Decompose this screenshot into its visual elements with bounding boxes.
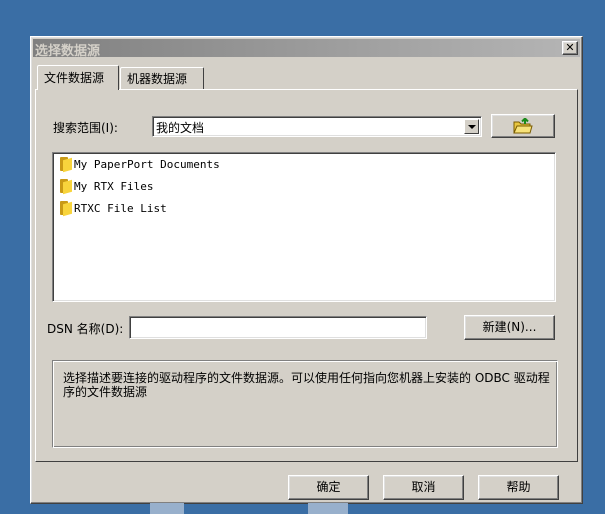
folder-icon <box>59 179 72 195</box>
select-data-source-dialog: 选择数据源 ✕ 文件数据源 机器数据源 搜索范围(I): 我的文档 My Pap… <box>30 36 583 504</box>
cancel-button-label: 取消 <box>411 480 436 494</box>
list-item[interactable]: RTXC File List <box>59 201 167 219</box>
help-button-label: 帮助 <box>506 480 531 494</box>
cancel-button[interactable]: 取消 <box>383 475 464 500</box>
lookin-label: 搜索范围(I): <box>53 121 118 135</box>
file-dsn-panel: 搜索范围(I): 我的文档 My PaperPort Documents My … <box>35 89 578 462</box>
ok-button-label: 确定 <box>316 480 341 494</box>
file-list[interactable]: My PaperPort Documents My RTX Files RTXC… <box>52 152 556 302</box>
file-name: My PaperPort Documents <box>74 158 220 171</box>
folder-icon <box>59 157 72 173</box>
file-name: My RTX Files <box>74 180 154 193</box>
tab-machine-dsn-label: 机器数据源 <box>127 72 188 86</box>
dsn-name-label: DSN 名称(D): <box>47 322 124 336</box>
tab-file-dsn[interactable]: 文件数据源 <box>37 65 119 90</box>
tab-file-dsn-label: 文件数据源 <box>44 71 105 85</box>
dsn-name-field[interactable] <box>129 316 427 339</box>
new-dsn-button[interactable]: 新建(N)... <box>464 315 555 340</box>
description-box: 选择描述要连接的驱动程序的文件数据源。可以使用任何指向您机器上安装的 ODBC … <box>52 360 558 448</box>
close-icon: ✕ <box>565 41 575 54</box>
lookin-combobox[interactable]: 我的文档 <box>152 116 482 137</box>
tab-machine-dsn[interactable]: 机器数据源 <box>120 67 204 89</box>
close-button[interactable]: ✕ <box>562 41 578 55</box>
desktop-background-fragment <box>150 503 184 514</box>
desktop-background-fragment <box>308 503 348 514</box>
dialog-title: 选择数据源 <box>35 44 101 59</box>
new-dsn-button-label: 新建(N)... <box>482 320 537 334</box>
up-one-level-button[interactable] <box>491 114 555 138</box>
up-folder-icon <box>513 118 533 134</box>
title-bar[interactable]: 选择数据源 ✕ <box>33 39 580 59</box>
description-text: 选择描述要连接的驱动程序的文件数据源。可以使用任何指向您机器上安装的 ODBC … <box>63 371 550 399</box>
folder-icon <box>59 201 72 217</box>
ok-button[interactable]: 确定 <box>288 475 369 500</box>
list-item[interactable]: My PaperPort Documents <box>59 157 220 175</box>
file-name: RTXC File List <box>74 202 167 215</box>
help-button[interactable]: 帮助 <box>478 475 559 500</box>
lookin-value: 我的文档 <box>156 121 205 135</box>
chevron-down-icon[interactable] <box>464 119 479 134</box>
list-item[interactable]: My RTX Files <box>59 179 153 197</box>
